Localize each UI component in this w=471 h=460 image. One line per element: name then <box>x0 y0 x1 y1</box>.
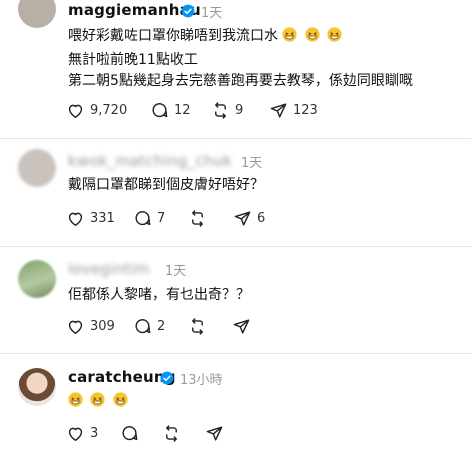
post-text-line: 無計啦前晚11點收工 <box>68 52 198 68</box>
reply-count: 2 <box>157 319 166 334</box>
comment-icon <box>122 426 138 441</box>
heart-icon <box>68 320 83 334</box>
post-time: 1天 <box>165 264 187 279</box>
grin-emoji-icon <box>113 392 131 409</box>
like-button[interactable]: 331 <box>66 209 115 228</box>
username[interactable]: kwok_matching_chuk <box>68 152 232 170</box>
verified-badge-icon <box>181 4 195 18</box>
share-icon <box>233 319 250 334</box>
post-text-line: 第二朝5點幾起身去完慈善跑再要去教琴，係攰同眼瞓嘅 <box>68 73 413 89</box>
repost-icon <box>215 102 226 119</box>
comment-icon <box>135 211 151 226</box>
heart-icon <box>68 212 83 226</box>
thread-post-4: caratcheung 13小時 3 <box>0 354 471 460</box>
post-actions: 9,720 12 9 123 <box>66 101 366 123</box>
reply-count: 7 <box>157 211 166 226</box>
like-count: 331 <box>90 211 115 226</box>
thread-post-2: kwok_matching_chuk 1天 戴隔口罩都睇到個皮膚好唔好？ 331… <box>0 139 471 245</box>
avatar[interactable] <box>18 368 56 406</box>
share-count: 6 <box>257 211 266 226</box>
post-time: 1天 <box>201 6 223 21</box>
thread-post-3: lovegintim 1天 佢都係人黎啫，有乜出奇？？ 309 2 <box>0 247 471 355</box>
post-actions: 331 7 6 <box>66 209 326 231</box>
grin-emoji-icon <box>90 392 112 409</box>
repost-icon <box>166 425 177 442</box>
like-button[interactable]: 309 <box>66 317 115 336</box>
share-icon <box>234 211 251 226</box>
username[interactable]: lovegintim <box>68 260 149 278</box>
repost-button[interactable]: 9 <box>211 101 243 120</box>
post-actions: 309 2 <box>66 317 286 339</box>
post-text-line: 喂好彩戴咗口罩你睇唔到我流口水 <box>68 27 345 46</box>
avatar[interactable] <box>18 260 56 298</box>
like-count: 3 <box>90 426 99 441</box>
post-time: 13小時 <box>180 373 223 388</box>
thread-post-1: maggiemanhau 1天 喂好彩戴咗口罩你睇唔到我流口水 無計啦前晚11點… <box>0 0 471 135</box>
post-time: 1天 <box>241 156 263 171</box>
verified-badge-icon <box>160 371 174 385</box>
like-count: 9,720 <box>90 103 128 118</box>
grin-emoji-icon <box>305 27 327 44</box>
repost-button[interactable] <box>188 317 207 336</box>
grin-emoji-icon <box>327 27 345 44</box>
avatar[interactable] <box>18 0 56 28</box>
repost-icon <box>192 210 203 227</box>
grin-emoji-icon <box>282 27 304 44</box>
share-button[interactable] <box>205 424 224 443</box>
share-button[interactable]: 123 <box>269 101 318 120</box>
comment-icon <box>135 319 151 334</box>
repost-icon <box>192 318 203 335</box>
like-button[interactable]: 9,720 <box>66 101 127 120</box>
post-text-line: 佢都係人黎啫，有乜出奇？？ <box>68 287 250 303</box>
like-button[interactable]: 3 <box>66 424 98 443</box>
post-actions: 3 <box>66 424 266 446</box>
like-count: 309 <box>90 319 115 334</box>
comment-icon <box>152 103 168 118</box>
share-button[interactable]: 6 <box>233 209 265 228</box>
grin-emoji-icon <box>68 392 90 409</box>
post-emoji-line <box>68 392 131 411</box>
repost-button[interactable] <box>188 209 207 228</box>
repost-button[interactable] <box>162 424 181 443</box>
heart-icon <box>68 104 83 118</box>
reply-button[interactable]: 2 <box>133 317 165 336</box>
reply-button[interactable]: 12 <box>150 101 191 120</box>
reply-count: 12 <box>174 103 191 118</box>
post-text-line: 戴隔口罩都睇到個皮膚好唔好？ <box>68 177 264 193</box>
repost-count: 9 <box>235 103 244 118</box>
share-button[interactable] <box>232 317 251 336</box>
share-icon <box>270 103 287 118</box>
avatar[interactable] <box>18 149 56 187</box>
reply-button[interactable]: 7 <box>133 209 165 228</box>
reply-button[interactable] <box>120 424 139 443</box>
share-count: 123 <box>293 103 318 118</box>
share-icon <box>206 426 223 441</box>
heart-icon <box>68 427 83 441</box>
